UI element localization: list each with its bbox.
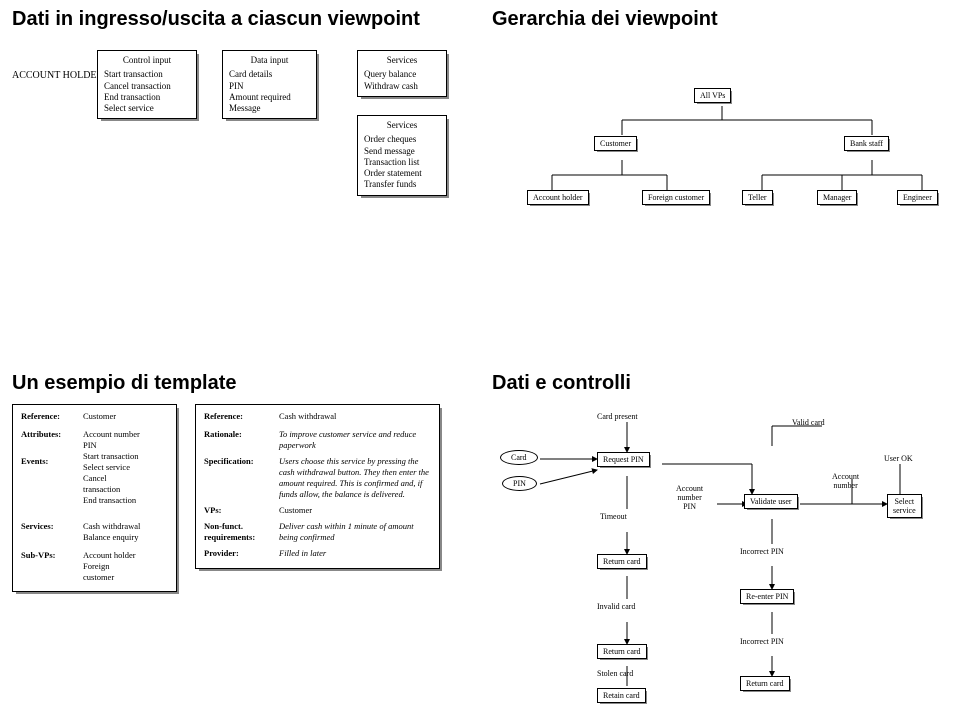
services2-header: Services — [364, 120, 440, 131]
services1-body: Query balance Withdraw cash — [364, 69, 440, 92]
label-account-number: Account number — [832, 472, 859, 490]
node-request-pin: Request PIN — [597, 452, 650, 467]
control-input-box: Control input Start transaction Cancel t… — [97, 50, 197, 119]
node-reenter-pin: Re-enter PIN — [740, 589, 794, 604]
node-teller: Teller — [742, 190, 773, 205]
label-incorrect-pin-1: Incorrect PIN — [740, 547, 784, 556]
node-engineer: Engineer — [897, 190, 938, 205]
node-return-card-2: Return card — [597, 644, 647, 659]
data-input-body: Card details PIN Amount required Message — [229, 69, 310, 114]
services1-box: Services Query balance Withdraw cash — [357, 50, 447, 97]
services2-body: Order cheques Send message Transaction l… — [364, 134, 440, 190]
node-customer: Customer — [594, 136, 637, 151]
label-incorrect-pin-2: Incorrect PIN — [740, 637, 784, 646]
q2-title: Gerarchia dei viewpoint — [492, 8, 948, 30]
q3-title: Un esempio di template — [12, 372, 468, 394]
account-holder-label: ACCOUNT HOLDER — [12, 70, 103, 81]
node-all-vps: All VPs — [694, 88, 731, 103]
label-valid-card: Valid card — [792, 418, 825, 427]
node-manager: Manager — [817, 190, 857, 205]
oval-pin: PIN — [502, 476, 537, 491]
node-select-service: Select service — [887, 494, 922, 518]
label-account-number-pin: Account number PIN — [676, 484, 703, 511]
node-retain-card: Retain card — [597, 688, 646, 703]
template-right: Reference:Cash withdrawal Rationale:To i… — [195, 404, 440, 569]
node-foreign-customer: Foreign customer — [642, 190, 710, 205]
node-account-holder: Account holder — [527, 190, 589, 205]
label-card-present: Card present — [597, 412, 638, 421]
quadrant-controls: Dati e controlli — [480, 364, 960, 728]
quadrant-io-data: Dati in ingresso/uscita a ciascun viewpo… — [0, 0, 480, 364]
label-user-ok: User OK — [884, 454, 913, 463]
template-left: Reference:Customer Attributes:Account nu… — [12, 404, 177, 592]
control-input-body: Start transaction Cancel transaction End… — [104, 69, 190, 114]
label-stolen-card: Stolen card — [597, 669, 633, 678]
node-return-card-3: Return card — [740, 676, 790, 691]
oval-card: Card — [500, 450, 538, 465]
q4-title: Dati e controlli — [492, 372, 948, 394]
q1-title: Dati in ingresso/uscita a ciascun viewpo… — [12, 8, 468, 30]
services2-box: Services Order cheques Send message Tran… — [357, 115, 447, 196]
control-input-header: Control input — [104, 55, 190, 66]
data-input-box: Data input Card details PIN Amount requi… — [222, 50, 317, 119]
node-return-card-1: Return card — [597, 554, 647, 569]
node-validate-user: Validate user — [744, 494, 798, 509]
quadrant-template: Un esempio di template Reference:Custome… — [0, 364, 480, 728]
services1-header: Services — [364, 55, 440, 66]
node-bankstaff: Bank staff — [844, 136, 889, 151]
label-timeout: Timeout — [600, 512, 627, 521]
data-input-header: Data input — [229, 55, 310, 66]
label-invalid-card: Invalid card — [597, 602, 635, 611]
quadrant-hierarchy: Gerarchia dei viewpoint All VPs Customer… — [480, 0, 960, 364]
